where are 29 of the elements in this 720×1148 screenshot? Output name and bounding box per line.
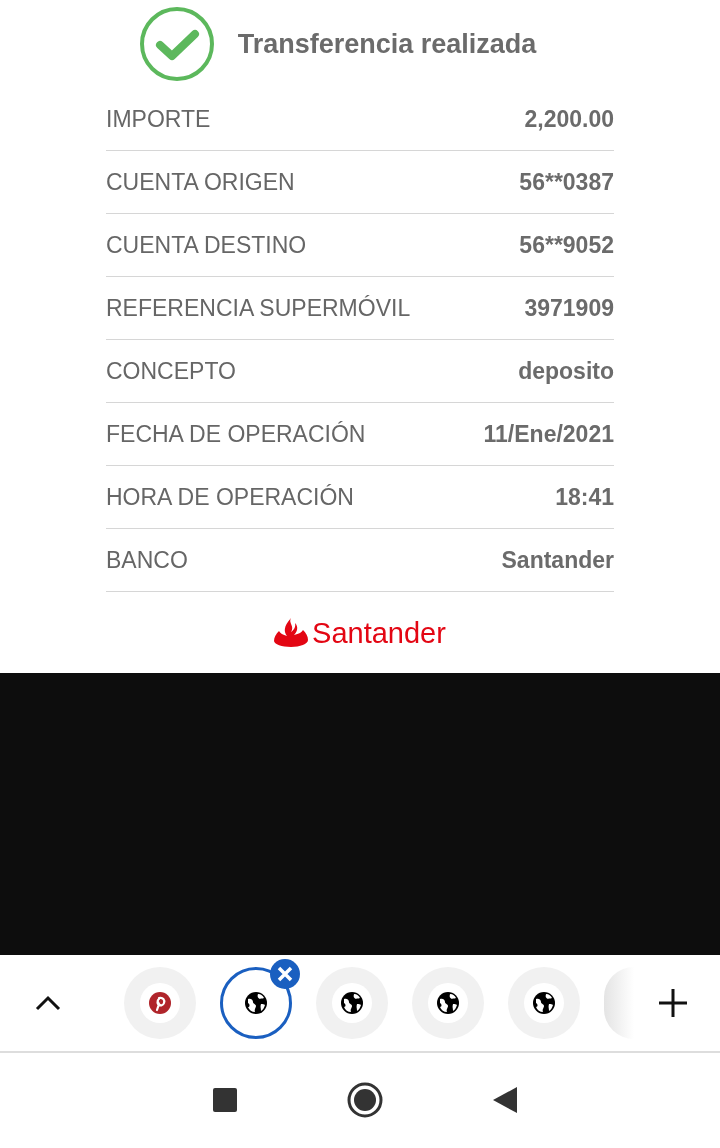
detail-value: 3971909 <box>524 294 614 322</box>
detail-label: FECHA DE OPERACIÓN <box>106 420 366 448</box>
globe-icon <box>340 991 364 1015</box>
chevron-up-icon[interactable] <box>35 995 61 1011</box>
bank-logo: Santander <box>274 616 446 650</box>
detail-label: BANCO <box>106 546 188 574</box>
globe-icon <box>436 991 460 1015</box>
globe-icon <box>244 991 268 1015</box>
plus-icon[interactable] <box>658 988 688 1018</box>
detail-label: IMPORTE <box>106 105 211 133</box>
detail-label: CONCEPTO <box>106 357 236 385</box>
detail-value: deposito <box>518 357 614 385</box>
detail-label: HORA DE OPERACIÓN <box>106 483 354 511</box>
detail-label: CUENTA ORIGEN <box>106 168 295 196</box>
home-icon[interactable] <box>347 1082 383 1118</box>
detail-value: 18:41 <box>555 483 614 511</box>
success-title: Transferencia realizada <box>237 28 537 60</box>
detail-label: CUENTA DESTINO <box>106 231 307 259</box>
check-circle-icon <box>137 5 216 83</box>
detail-value: 56**9052 <box>519 231 614 259</box>
detail-value: 11/Ene/2021 <box>483 420 614 448</box>
globe-icon <box>532 991 556 1015</box>
detail-value: Santander <box>501 546 614 574</box>
pin-logo-icon <box>148 991 172 1015</box>
detail-value: 56**0387 <box>519 168 614 196</box>
close-icon[interactable] <box>270 959 300 989</box>
back-icon[interactable] <box>493 1087 517 1113</box>
detail-value: 2,200.00 <box>524 105 614 133</box>
detail-label: REFERENCIA SUPERMÓVIL <box>106 294 411 322</box>
